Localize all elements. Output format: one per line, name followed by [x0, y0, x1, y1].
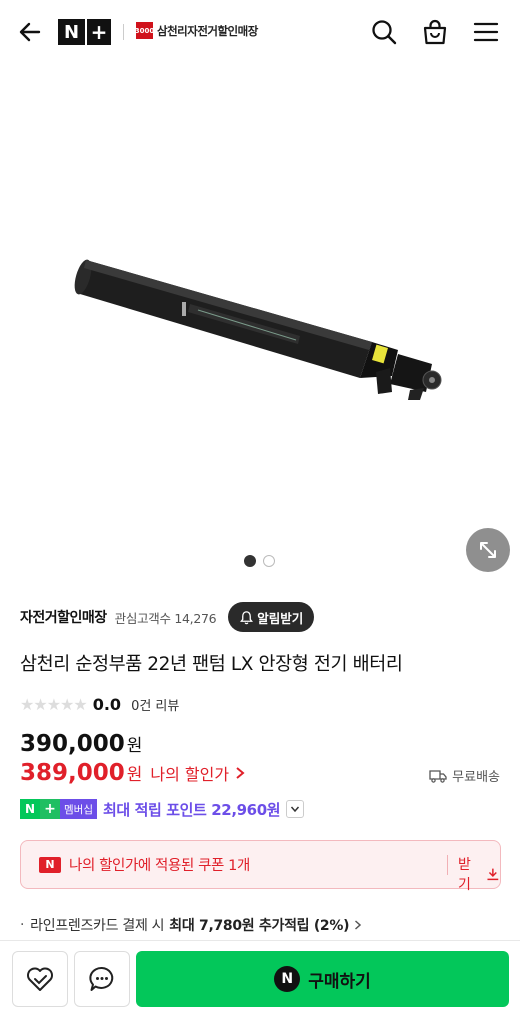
- badge-n: N: [20, 799, 40, 819]
- badge-plus: +: [40, 799, 60, 819]
- points-expand-button[interactable]: [286, 800, 305, 818]
- store-logo-mark: 3000: [135, 22, 154, 39]
- max-points-text: 최대 적립 포인트 22,960원: [102, 800, 281, 819]
- coupon-get-label: 받기: [458, 857, 471, 893]
- heart-check-icon: [27, 967, 53, 991]
- shopping-bag-icon[interactable]: [421, 18, 449, 46]
- download-icon: [487, 868, 499, 881]
- nplus-n: N: [58, 19, 85, 45]
- alarm-label: 알림받기: [257, 610, 304, 626]
- rating-score: 0.0: [92, 694, 122, 714]
- menu-icon[interactable]: [472, 18, 500, 46]
- store-info-row: 자전거할인매장 관심고객수 14,276 알림받기: [20, 602, 315, 632]
- star-rating-icon: ★★★★★: [20, 694, 88, 714]
- back-arrow-icon[interactable]: [16, 18, 44, 46]
- chevron-right-icon: [355, 920, 362, 930]
- free-shipping: 무료배송: [429, 766, 500, 785]
- membership-points-row[interactable]: N + 멤버십 최대 적립 포인트 22,960원: [20, 797, 305, 821]
- review-count[interactable]: 0건 리뷰: [131, 695, 179, 714]
- original-price-unit: 원: [126, 736, 143, 756]
- nplus-plus: +: [85, 19, 111, 45]
- talk-talk-chat-button[interactable]: [74, 951, 130, 1007]
- coupon-download-button[interactable]: 받기: [458, 854, 500, 894]
- chevron-right-icon: [236, 767, 245, 779]
- header-divider: [123, 24, 124, 40]
- wishlist-button[interactable]: [12, 951, 68, 1007]
- chat-bubble-icon: [89, 967, 114, 991]
- delivery-truck-icon: [429, 769, 447, 783]
- free-shipping-label: 무료배송: [452, 770, 500, 785]
- gallery-pagination: [244, 555, 275, 567]
- search-icon[interactable]: [370, 18, 398, 46]
- bottom-action-bar: N 구매하기: [0, 940, 520, 1024]
- store-logo[interactable]: 3000 삼천리자전거할인매장: [135, 22, 258, 39]
- badge-membership: 멤버십: [60, 799, 97, 819]
- store-name[interactable]: 자전거할인매장: [20, 607, 107, 627]
- top-app-bar: N + 3000 삼천리자전거할인매장: [0, 0, 520, 64]
- card-benefit-text: 라인프렌즈카드 결제 시: [30, 918, 165, 934]
- original-price: 390,000 원: [20, 731, 142, 757]
- expand-icon: [480, 542, 496, 558]
- coupon-divider: [447, 855, 448, 875]
- original-price-value: 390,000: [20, 731, 125, 757]
- chevron-down-icon: [291, 806, 300, 813]
- my-discount-label: 나의 할인가: [150, 765, 230, 784]
- bell-plus-icon: [240, 610, 254, 624]
- rating-row[interactable]: ★★★★★ 0.0 0건 리뷰: [20, 692, 179, 716]
- sale-price[interactable]: 389,000 원 나의 할인가: [20, 760, 247, 786]
- buy-now-label: 구매하기: [308, 971, 371, 992]
- coupon-text: 나의 할인가에 적용된 쿠폰 1개: [69, 858, 250, 874]
- card-benefit-row[interactable]: · 라인프렌즈카드 결제 시 최대 7,780원 추가적립 (2%): [20, 915, 364, 935]
- naver-plus-store-logo[interactable]: N +: [58, 19, 111, 45]
- store-logo-name: 삼천리자전거할인매장: [157, 23, 258, 38]
- applied-coupon-banner[interactable]: N 나의 할인가에 적용된 쿠폰 1개 받기: [20, 840, 501, 893]
- naver-pay-n-icon: N: [274, 966, 301, 992]
- sale-price-unit: 원: [126, 765, 143, 785]
- buy-now-button[interactable]: N 구매하기: [136, 951, 509, 1007]
- naver-n-icon: N: [39, 856, 61, 873]
- product-title: 삼천리 순정부품 22년 팬텀 LX 안장형 전기 배터리: [20, 654, 403, 675]
- gallery-dot-1[interactable]: [244, 555, 256, 567]
- gallery-dot-2[interactable]: [263, 555, 275, 567]
- store-fans-count: 관심고객수 14,276: [114, 610, 217, 626]
- notification-subscribe-button[interactable]: 알림받기: [228, 602, 315, 632]
- card-benefit-amount: 최대 7,780원 추가적립 (2%): [169, 918, 350, 934]
- battery-illustration: [74, 259, 442, 400]
- naver-plus-membership-badge: N + 멤버십: [20, 799, 97, 819]
- sale-price-value: 389,000: [20, 760, 125, 786]
- bullet: ·: [20, 917, 25, 933]
- product-image[interactable]: [0, 64, 520, 584]
- expand-image-button[interactable]: [466, 528, 510, 572]
